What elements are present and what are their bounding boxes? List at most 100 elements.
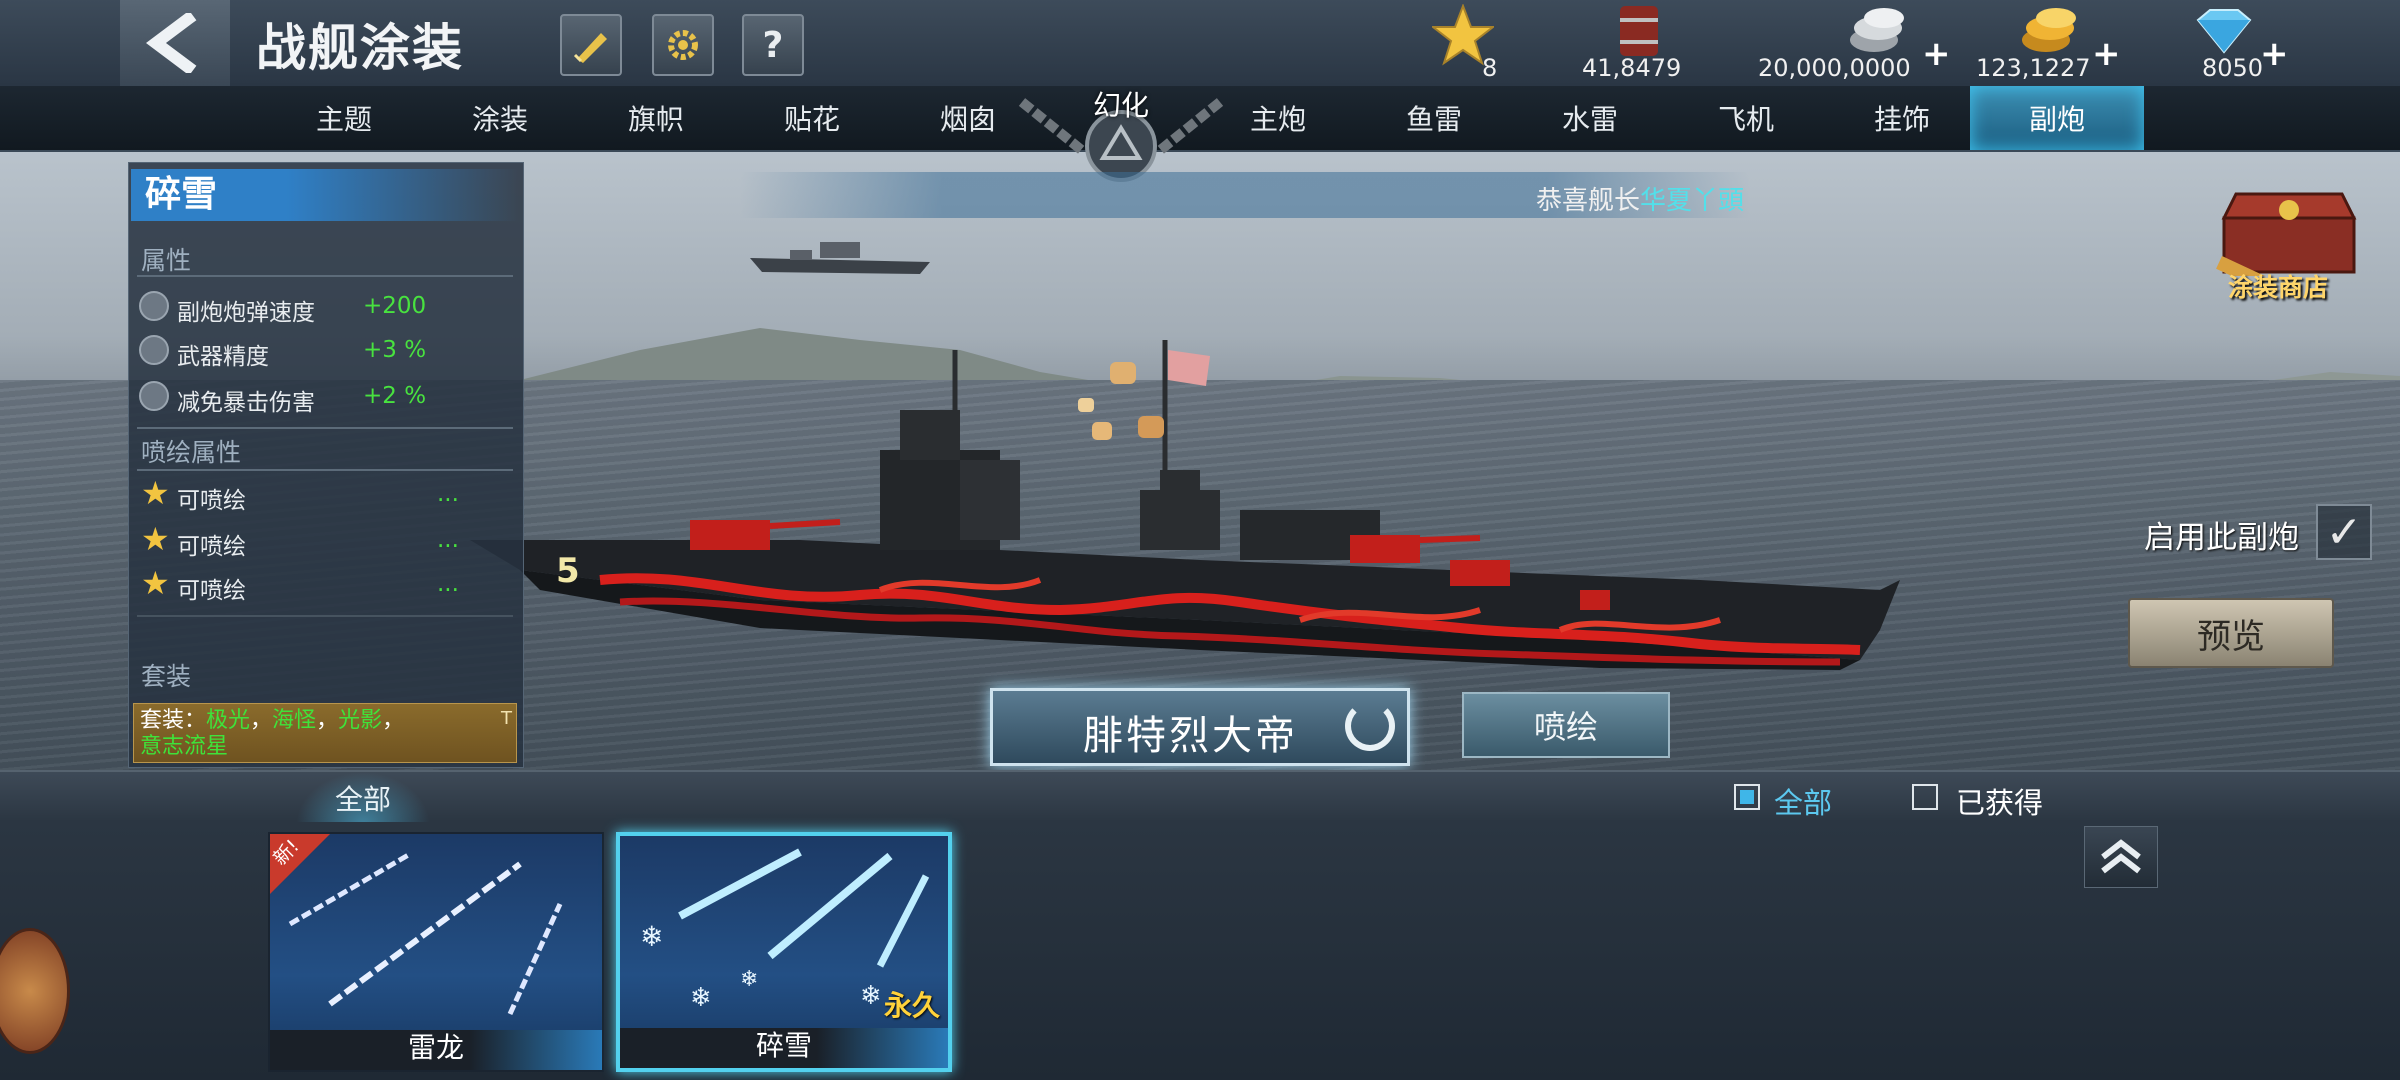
paint-brush-icon <box>573 33 607 63</box>
treasure-chest-icon <box>2216 192 2357 295</box>
paint-attribute-name: 可喷绘 <box>177 488 246 514</box>
silver-resource[interactable]: 20,000,0000 + <box>1756 0 1956 86</box>
ship-switch-button[interactable]: 腓特烈大帝 <box>990 688 1410 766</box>
broadcast-player-name: 华夏丫頭 <box>1639 186 1744 216</box>
attribute-value: +3 % <box>363 337 427 363</box>
divider <box>137 275 513 277</box>
set-bonus-box: 套装：极光，海怪，光影， 意志流星 T <box>133 703 517 763</box>
gold-count: 123,1227 <box>1976 54 2091 82</box>
chevron-left-icon <box>146 13 197 73</box>
attribute-icon <box>139 335 169 365</box>
refresh-icon <box>1345 701 1395 751</box>
back-button[interactable] <box>120 0 230 86</box>
star-count: 8 <box>1482 54 1498 82</box>
attribute-value: +2 % <box>363 383 427 409</box>
attributes-title: 属性 <box>141 246 192 275</box>
hull-number: 5 <box>556 551 580 591</box>
attribute-icon <box>139 291 169 321</box>
paint-attribute-row: ★ 可喷绘 ... <box>137 475 517 515</box>
tab-secondary-gun[interactable]: 副炮 <box>1970 86 2144 150</box>
ship-name: 腓特烈大帝 <box>1083 713 1298 759</box>
divider <box>137 469 513 471</box>
skin-card-label: 碎雪 <box>755 1029 812 1062</box>
double-chevron-up-icon <box>2101 839 2141 874</box>
settings-button[interactable] <box>652 14 714 76</box>
silver-coin-icon <box>1850 8 1904 52</box>
set-item: 光影 <box>338 708 383 733</box>
gear-icon <box>668 30 698 60</box>
permanent-badge: 永久 <box>883 989 940 1022</box>
tab-paint[interactable]: 涂装 <box>422 86 578 150</box>
skin-info-panel: 碎雪 属性 副炮炮弹速度 +200 武器精度 +3 % 减免暴击伤害 +2 % … <box>128 162 524 768</box>
skin-card-selected[interactable]: ❄ ❄ ❄ ❄ 永久 碎雪 <box>616 832 952 1072</box>
help-button[interactable]: ? <box>742 14 804 76</box>
set-item: 极光 <box>206 708 251 733</box>
paint-attribute-value: ... <box>437 481 459 507</box>
diamond-plus-icon[interactable]: + <box>2260 34 2289 74</box>
star-icon: ★ <box>141 564 170 602</box>
oil-count: 41,8479 <box>1582 54 1682 82</box>
svg-text:❄: ❄ <box>690 983 712 1013</box>
checkmark-icon: ✓ <box>2325 506 2363 558</box>
diamond-count: 8050 <box>2202 54 2264 82</box>
paint-attribute-row: ★ 可喷绘 ... <box>137 521 517 561</box>
filter-owned-label[interactable]: 已获得 <box>1956 780 2043 822</box>
top-bar: 战舰涂装 ? 8 41,8479 20,000,0000 + 123,1227 … <box>0 0 2400 88</box>
tab-mine[interactable]: 水雷 <box>1512 86 1668 150</box>
tab-theme[interactable]: 主题 <box>266 86 422 150</box>
broadcast-prefix: 恭喜舰长 <box>1535 186 1640 216</box>
preview-button[interactable]: 预览 <box>2128 598 2334 668</box>
filter-tab-all[interactable]: 全部 <box>296 772 430 824</box>
oil-barrel-icon <box>1620 6 1658 56</box>
gold-resource[interactable]: 123,1227 + <box>1976 0 2126 86</box>
silver-plus-icon[interactable]: + <box>1922 34 1951 74</box>
tab-torpedo[interactable]: 鱼雷 <box>1356 86 1512 150</box>
page-title: 战舰涂装 <box>256 19 464 77</box>
set-item: 海怪 <box>272 708 317 733</box>
oil-resource: 41,8479 <box>1570 0 1710 86</box>
tab-aircraft[interactable]: 飞机 <box>1668 86 1824 150</box>
attribute-row: 副炮炮弹速度 +200 <box>137 287 517 327</box>
collapse-tray-button[interactable] <box>2084 826 2158 888</box>
divider <box>137 615 513 617</box>
enable-secondary-gun-label: 启用此副炮 <box>2144 520 2299 556</box>
filter-all-checkbox[interactable] <box>1734 784 1760 810</box>
tab-flag[interactable]: 旗帜 <box>578 86 734 150</box>
skin-name: 碎雪 <box>131 169 519 221</box>
svg-text:❄: ❄ <box>860 981 882 1011</box>
battleship <box>470 340 1900 670</box>
paint-attribute-value: ... <box>437 571 459 597</box>
tab-decal[interactable]: 贴花 <box>734 86 890 150</box>
filter-all-label[interactable]: 全部 <box>1774 780 1832 822</box>
star-resource: 8 <box>1430 0 1510 86</box>
paint-attributes-title: 喷绘属性 <box>141 438 242 467</box>
spray-paint-button[interactable]: 喷绘 <box>1462 692 1670 758</box>
attribute-row: 减免暴击伤害 +2 % <box>137 377 517 417</box>
filter-bar: 全部 全部 已获得 <box>0 770 2400 824</box>
paint-attribute-name: 可喷绘 <box>177 534 246 560</box>
skin-card[interactable]: 新! 雷龙 <box>268 832 604 1072</box>
diamond-resource[interactable]: 8050 + <box>2180 0 2290 86</box>
set-item: 意志流星 <box>140 734 229 759</box>
tab-ornament[interactable]: 挂饰 <box>1824 86 1980 150</box>
filter-owned-checkbox[interactable] <box>1912 784 1938 810</box>
set-prefix: 套装： <box>140 708 207 733</box>
broadcast-text: 恭喜舰长华夏丫頭 <box>1536 180 1744 217</box>
star-icon: ★ <box>141 474 170 512</box>
attribute-value: +200 <box>363 293 427 319</box>
svg-text:❄: ❄ <box>740 967 758 992</box>
gold-coin-icon <box>2022 8 2076 52</box>
attribute-row: 武器精度 +3 % <box>137 331 517 371</box>
paint-brush-button[interactable] <box>560 14 622 76</box>
broadcast-banner: 恭喜舰长华夏丫頭 <box>740 172 1750 218</box>
attribute-icon <box>139 381 169 411</box>
paint-shop-label[interactable]: 涂装商店 <box>2228 268 2328 304</box>
attribute-name: 武器精度 <box>177 344 269 370</box>
gold-plus-icon[interactable]: + <box>2092 34 2121 74</box>
set-title: 套装 <box>141 662 192 691</box>
enable-secondary-gun-checkbox[interactable]: ✓ <box>2316 504 2372 560</box>
svg-text:❄: ❄ <box>640 920 663 953</box>
set-corner-marker: T <box>501 708 512 729</box>
star-icon: ★ <box>141 520 170 558</box>
silver-count: 20,000,0000 <box>1758 54 1911 82</box>
